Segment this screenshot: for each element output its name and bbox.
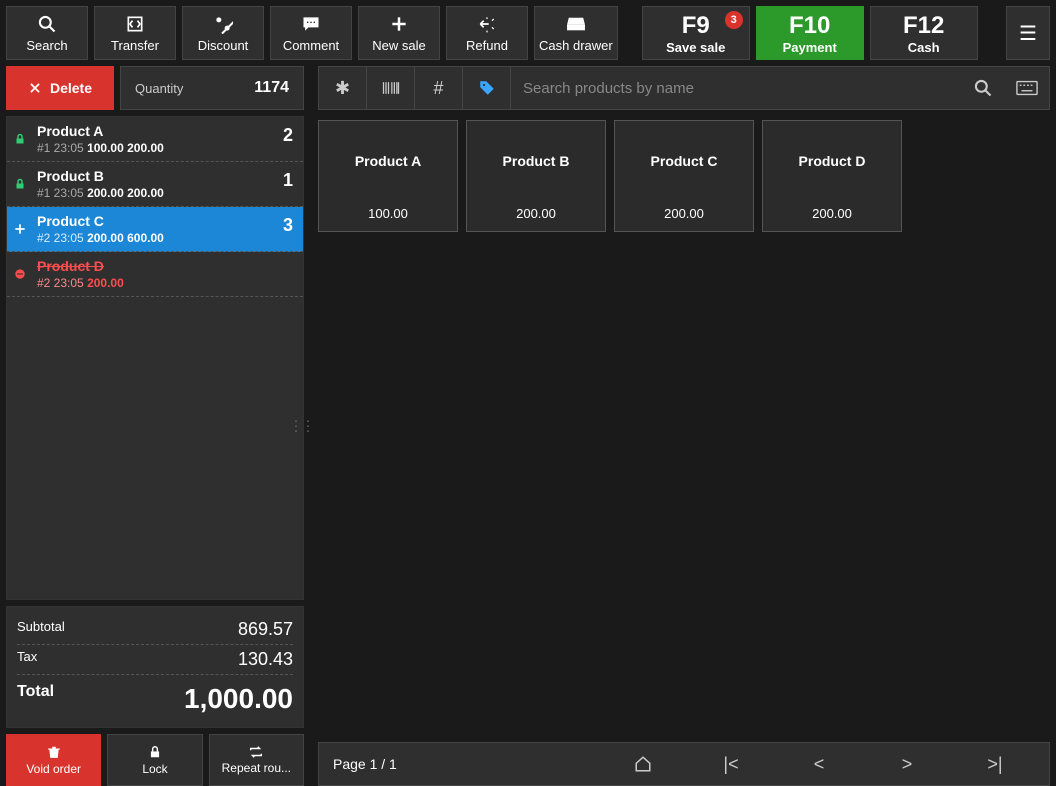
lock-button[interactable]: Lock: [107, 734, 202, 786]
search-submit-icon[interactable]: [961, 67, 1005, 109]
save-badge: 3: [725, 11, 743, 29]
cash-button[interactable]: F12 Cash: [870, 6, 978, 60]
product-tile[interactable]: Product B 200.00: [466, 120, 606, 232]
last-page-icon[interactable]: >|: [955, 754, 1035, 775]
refund-button[interactable]: Refund: [446, 6, 528, 60]
transfer-icon: [125, 13, 145, 35]
line-name: Product B: [37, 168, 293, 184]
hamburger-icon: ☰: [1019, 21, 1037, 46]
search-button[interactable]: Search: [6, 6, 88, 60]
barcode-icon[interactable]: [367, 67, 415, 109]
home-icon[interactable]: [603, 755, 683, 773]
totals-panel: Subtotal 869.57 Tax 130.43 Total 1,000.0…: [6, 606, 304, 728]
search-bar: ✱ #: [318, 66, 1050, 110]
subtotal-value: 869.57: [238, 619, 293, 640]
product-name: Product C: [651, 153, 718, 169]
drag-handle-icon[interactable]: ⋮⋮: [289, 418, 313, 435]
product-tile[interactable]: Product D 200.00: [762, 120, 902, 232]
comment-icon: [301, 13, 321, 35]
order-line[interactable]: Product B1#1 23:05 200.00 200.00: [7, 162, 303, 207]
product-tile[interactable]: Product A 100.00: [318, 120, 458, 232]
void-order-button[interactable]: Void order: [6, 734, 101, 786]
pager-text: Page 1 / 1: [333, 756, 397, 772]
order-panel: Delete Quantity 1174 Product A2#1 23:05 …: [0, 66, 310, 786]
first-page-icon[interactable]: |<: [691, 754, 771, 775]
line-name: Product A: [37, 123, 293, 139]
filter-all-icon[interactable]: ✱: [319, 67, 367, 109]
tax-value: 130.43: [238, 649, 293, 670]
line-name: Product C: [37, 213, 293, 229]
product-tile[interactable]: Product C 200.00: [614, 120, 754, 232]
refund-icon: [476, 13, 498, 35]
product-price: 200.00: [516, 206, 556, 221]
save-sale-button[interactable]: 3 F9 Save sale: [642, 6, 750, 60]
product-name: Product B: [503, 153, 570, 169]
line-detail: #2 23:05 200.00 600.00: [37, 231, 293, 245]
product-search-input[interactable]: [511, 67, 961, 109]
product-panel: ✱ # Product A100.00Product B200.00Produc…: [310, 66, 1056, 786]
product-name: Product A: [355, 153, 421, 169]
order-line[interactable]: Product D #2 23:05 200.00: [7, 252, 303, 297]
product-price: 200.00: [812, 206, 852, 221]
repeat-icon: [248, 745, 264, 759]
cash-drawer-button[interactable]: Cash drawer: [534, 6, 618, 60]
product-price: 200.00: [664, 206, 704, 221]
line-detail: #1 23:05 100.00 200.00: [37, 141, 293, 155]
line-qty: 2: [283, 125, 293, 146]
product-grid: Product A 100.00 Product B 200.00 Product C 2…: [318, 110, 1050, 742]
cash-drawer-icon: [565, 13, 587, 35]
lock-icon: [148, 744, 162, 760]
plus-icon: [389, 13, 409, 35]
line-qty: 1: [283, 170, 293, 191]
line-qty: 3: [283, 215, 293, 236]
tax-label: Tax: [17, 649, 37, 670]
delete-button[interactable]: Delete: [6, 66, 114, 110]
keyboard-icon[interactable]: [1005, 67, 1049, 109]
search-icon: [37, 13, 57, 35]
prev-page-icon[interactable]: <: [779, 754, 859, 775]
product-price: 100.00: [368, 206, 408, 221]
top-toolbar: Search Transfer Discount Comment New sal…: [0, 0, 1056, 66]
product-name: Product D: [799, 153, 866, 169]
order-line[interactable]: Product C3#2 23:05 200.00 600.00: [7, 207, 303, 252]
line-name: Product D: [37, 258, 293, 274]
quantity-box[interactable]: Quantity 1174: [120, 66, 304, 110]
menu-button[interactable]: ☰: [1006, 6, 1050, 60]
transfer-button[interactable]: Transfer: [94, 6, 176, 60]
plus-icon: [12, 221, 28, 237]
minus-icon: [12, 266, 28, 282]
subtotal-label: Subtotal: [17, 619, 65, 640]
new-sale-button[interactable]: New sale: [358, 6, 440, 60]
tag-icon[interactable]: [463, 67, 511, 109]
total-value: 1,000.00: [184, 683, 293, 715]
comment-button[interactable]: Comment: [270, 6, 352, 60]
lock-icon: [12, 176, 28, 192]
close-icon: [28, 81, 42, 95]
trash-icon: [47, 744, 61, 760]
hash-icon[interactable]: #: [415, 67, 463, 109]
pager: Page 1 / 1 |< < > >|: [318, 742, 1050, 786]
payment-button[interactable]: F10 Payment: [756, 6, 864, 60]
total-label: Total: [17, 683, 54, 715]
next-page-icon[interactable]: >: [867, 754, 947, 775]
line-detail: #2 23:05 200.00: [37, 276, 293, 290]
discount-button[interactable]: Discount: [182, 6, 264, 60]
order-lines: Product A2#1 23:05 100.00 200.00Product …: [6, 116, 304, 600]
percent-icon: [213, 13, 233, 35]
line-detail: #1 23:05 200.00 200.00: [37, 186, 293, 200]
repeat-round-button[interactable]: Repeat rou...: [209, 734, 304, 786]
lock-icon: [12, 131, 28, 147]
order-line[interactable]: Product A2#1 23:05 100.00 200.00: [7, 117, 303, 162]
